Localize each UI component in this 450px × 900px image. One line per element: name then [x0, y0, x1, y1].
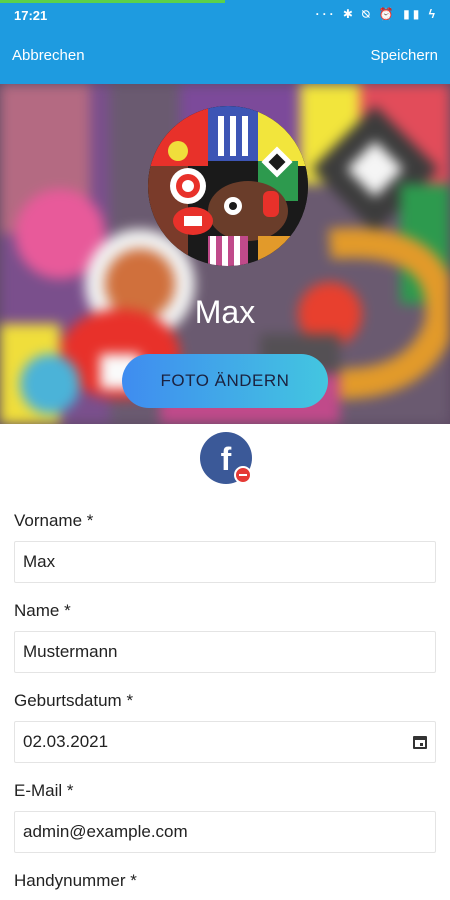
status-time: 17:21 [14, 8, 48, 23]
label-vorname: Vorname * [14, 511, 94, 530]
profile-name: Max [194, 294, 256, 330]
remove-link-icon[interactable] [234, 466, 252, 484]
email-input[interactable] [14, 811, 436, 853]
label-geburtsdatum: Geburtsdatum * [14, 691, 134, 710]
status-icons: ··· ✱ ⍉ ⏰ ▮▮ ϟ [315, 7, 438, 21]
avatar [148, 106, 308, 266]
save-button[interactable]: Speichern [370, 47, 438, 64]
change-photo-button[interactable]: FOTO ÄNDERN [122, 354, 328, 408]
label-email: E-Mail * [14, 781, 74, 800]
loading-progress-bar [0, 0, 225, 3]
name-input[interactable] [14, 631, 436, 673]
profile-header: Max FOTO ÄNDERN [0, 84, 450, 424]
calendar-icon[interactable] [413, 736, 427, 749]
geburtsdatum-input[interactable] [14, 721, 436, 763]
cancel-button[interactable]: Abbrechen [12, 47, 85, 64]
status-bar: 17:21 ··· ✱ ⍉ ⏰ ▮▮ ϟ [0, 0, 450, 30]
label-handynummer: Handynummer * [14, 871, 137, 890]
app-bar: Abbrechen Speichern [0, 30, 450, 84]
vorname-input[interactable] [14, 541, 436, 583]
label-name: Name * [14, 601, 71, 620]
